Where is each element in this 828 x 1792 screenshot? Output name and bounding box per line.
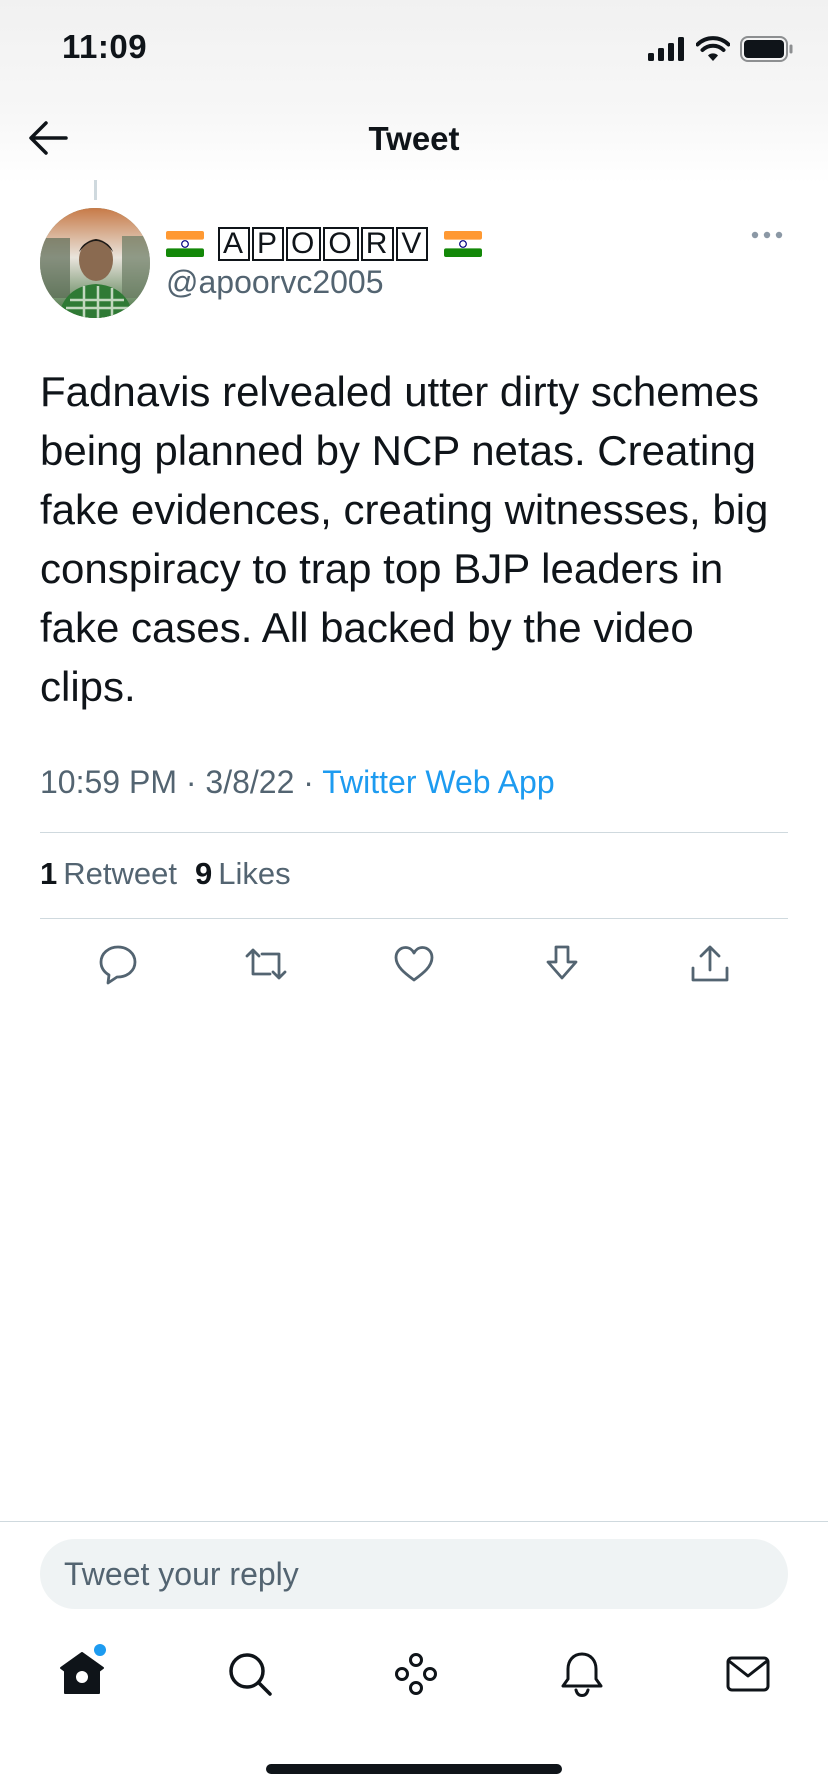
battery-icon bbox=[740, 36, 793, 62]
heart-icon bbox=[394, 946, 434, 982]
retweets-stat[interactable]: 1 Retweet bbox=[40, 856, 177, 892]
tweet-source-link[interactable]: Twitter Web App bbox=[322, 764, 554, 800]
avatar[interactable] bbox=[40, 208, 150, 318]
retweet-button[interactable] bbox=[244, 942, 292, 990]
bookmark-button[interactable] bbox=[540, 942, 588, 990]
tweet-time: 10:59 PM bbox=[40, 764, 177, 800]
nav-home[interactable] bbox=[56, 1648, 112, 1704]
tweet-text: Fadnavis relvealed utter dirty schemes b… bbox=[40, 368, 769, 710]
share-icon bbox=[691, 945, 729, 982]
author-handle[interactable]: @apoorvc2005 bbox=[166, 264, 384, 301]
divider bbox=[40, 918, 788, 919]
india-flag-icon bbox=[444, 231, 483, 257]
avatar-photo bbox=[40, 208, 150, 318]
reply-input[interactable] bbox=[40, 1539, 788, 1609]
wifi-icon bbox=[696, 36, 730, 61]
author-display-name: APOORV bbox=[218, 227, 430, 261]
status-time: 11:09 bbox=[62, 28, 148, 65]
india-flag-icon bbox=[166, 231, 204, 257]
author-name[interactable]: APOORV bbox=[166, 224, 483, 264]
page-title: Tweet bbox=[368, 120, 460, 157]
nav-search[interactable] bbox=[224, 1648, 280, 1704]
notification-dot bbox=[94, 1644, 106, 1656]
tweet-stats: 1 Retweet 9 Likes bbox=[40, 856, 291, 892]
spaces-icon bbox=[395, 1653, 437, 1695]
share-button[interactable] bbox=[688, 942, 736, 990]
mail-icon bbox=[726, 1656, 770, 1692]
nav-spaces[interactable] bbox=[390, 1648, 446, 1704]
tweet-date: 3/8/22 bbox=[205, 764, 295, 800]
search-icon bbox=[229, 1653, 272, 1696]
thread-connector bbox=[94, 180, 97, 200]
download-icon bbox=[546, 945, 578, 980]
nav-notifications[interactable] bbox=[556, 1648, 612, 1704]
reply-button[interactable] bbox=[96, 942, 144, 990]
nav-messages[interactable] bbox=[722, 1648, 778, 1704]
home-indicator bbox=[266, 1764, 562, 1774]
status-icons bbox=[648, 34, 794, 64]
like-button[interactable] bbox=[392, 942, 440, 990]
retweet-icon bbox=[245, 948, 287, 980]
more-options-button[interactable] bbox=[750, 228, 784, 248]
tweet-meta: 10:59 PM · 3/8/22 · Twitter Web App bbox=[40, 764, 555, 800]
more-icon bbox=[751, 231, 783, 239]
composer-divider bbox=[0, 1521, 828, 1522]
divider bbox=[40, 832, 788, 833]
reply-icon bbox=[99, 945, 137, 985]
bell-icon bbox=[561, 1652, 603, 1698]
likes-stat[interactable]: 9 Likes bbox=[195, 856, 291, 892]
signal-icon bbox=[648, 37, 684, 61]
